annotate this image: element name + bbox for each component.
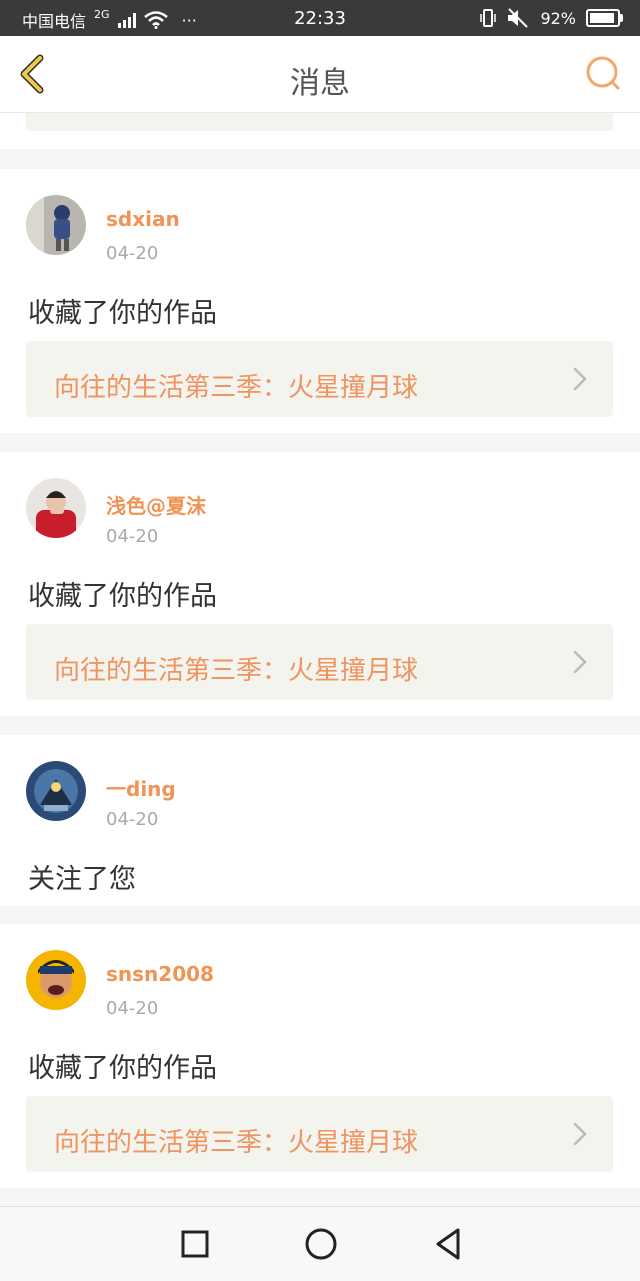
chevron-right-icon — [573, 650, 587, 674]
action-text: 关注了您 — [28, 864, 136, 895]
message-card-partial — [0, 113, 640, 149]
chevron-right-icon — [573, 1122, 587, 1146]
avatar[interactable] — [26, 195, 86, 255]
message-card: snsn2008 04-20 收藏了你的作品 向往的生活第三季：火星撞月球 — [0, 924, 640, 1188]
message-date: 04-20 — [106, 243, 159, 264]
battery-icon — [586, 9, 623, 27]
message-date: 04-20 — [106, 998, 159, 1019]
battery-fill — [590, 13, 614, 23]
chevron-right-icon — [573, 367, 587, 391]
status-bar: 中国电信 2G ··· 22:33 92% — [0, 0, 640, 36]
mute-icon — [508, 8, 529, 28]
search-icon[interactable] — [584, 54, 624, 94]
system-nav-bar — [0, 1206, 640, 1281]
avatar[interactable] — [26, 478, 86, 538]
work-title: 向往的生活第三季：火星撞月球 — [54, 656, 419, 686]
avatar[interactable] — [26, 950, 86, 1010]
vibrate-icon — [480, 9, 497, 27]
battery-percent: 92% — [540, 8, 576, 28]
username[interactable]: snsn2008 — [106, 962, 214, 986]
work-link[interactable]: 向往的生活第三季：火星撞月球 — [26, 1096, 613, 1172]
action-text: 收藏了你的作品 — [28, 1053, 217, 1084]
work-link[interactable]: 向往的生活第三季：火星撞月球 — [26, 341, 613, 417]
avatar[interactable] — [26, 761, 86, 821]
work-link-partial[interactable] — [26, 113, 613, 131]
action-text: 收藏了你的作品 — [28, 298, 217, 329]
work-link[interactable]: 向往的生活第三季：火星撞月球 — [26, 624, 613, 700]
message-date: 04-20 — [106, 809, 159, 830]
message-card: sdxian 04-20 收藏了你的作品 向往的生活第三季：火星撞月球 — [0, 169, 640, 433]
username[interactable]: sdxian — [106, 207, 180, 231]
work-title: 向往的生活第三季：火星撞月球 — [54, 1128, 419, 1158]
username[interactable]: 一ding — [106, 773, 176, 802]
page-title: 消息 — [290, 66, 350, 101]
message-feed[interactable]: sdxian 04-20 收藏了你的作品 向往的生活第三季：火星撞月球 浅色@夏… — [0, 113, 640, 1206]
work-title: 向往的生活第三季：火星撞月球 — [54, 373, 419, 403]
back-icon[interactable] — [430, 1225, 468, 1263]
home-icon[interactable] — [302, 1225, 340, 1263]
recent-apps-icon[interactable] — [176, 1225, 214, 1263]
status-right: 92% — [480, 8, 623, 28]
message-card: 一ding 04-20 关注了您 — [0, 735, 640, 906]
username[interactable]: 浅色@夏沫 — [106, 490, 206, 519]
header: 消息 — [0, 36, 640, 113]
message-date: 04-20 — [106, 526, 159, 547]
action-text: 收藏了你的作品 — [28, 581, 217, 612]
message-card: 浅色@夏沫 04-20 收藏了你的作品 向往的生活第三季：火星撞月球 — [0, 452, 640, 716]
